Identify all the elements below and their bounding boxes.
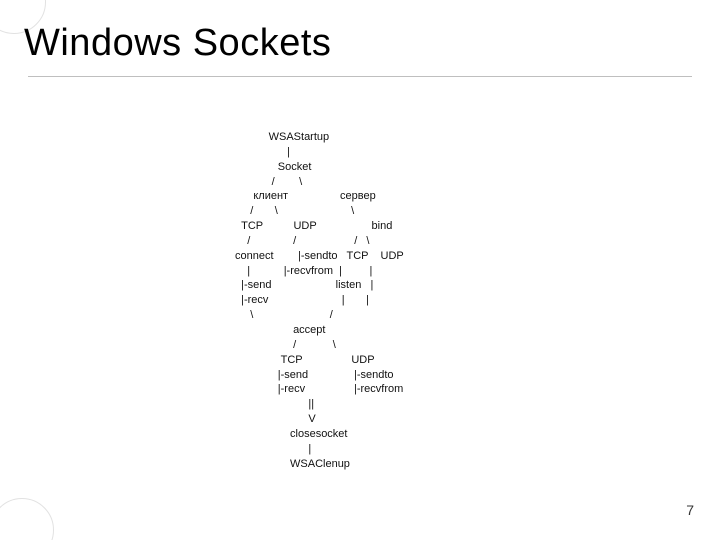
diagram-line: accept [235, 324, 325, 336]
title-underline [28, 76, 692, 77]
diagram-line: | |-recvfrom | | [235, 265, 372, 277]
diagram-line: | [235, 443, 311, 455]
diagram-line: closesocket [235, 428, 347, 440]
diagram-line: / \ \ [235, 205, 354, 217]
diagram-line: TCP UDP [235, 354, 375, 366]
diagram-line: Socket [235, 161, 311, 173]
sockets-diagram: WSAStartup | Socket / \ клиент сервер / … [235, 130, 585, 471]
diagram-line: |-send listen | [235, 279, 373, 291]
diagram-line: | [235, 146, 290, 158]
diagram-line: V [235, 413, 316, 425]
diagram-line: |-send |-sendto [235, 369, 394, 381]
diagram-line: / / / \ [235, 235, 369, 247]
diagram-line: WSAStartup [235, 131, 329, 143]
diagram-line: \ / [235, 309, 333, 321]
diagram-line: WSAClenup [235, 458, 350, 470]
diagram-line: |-recv | | [235, 294, 369, 306]
slide-title: Windows Sockets [24, 22, 331, 65]
diagram-line: connect |-sendto TCP UDP [235, 250, 404, 262]
page-number: 7 [686, 502, 694, 518]
diagram-line: / \ [235, 339, 336, 351]
decor-circle-bottom-left [0, 498, 54, 540]
diagram-line: клиент сервер [235, 190, 376, 202]
diagram-line: || [235, 398, 314, 410]
diagram-line: / \ [235, 176, 302, 188]
diagram-line: TCP UDP bind [235, 220, 392, 232]
diagram-line: |-recv |-recvfrom [235, 383, 403, 395]
